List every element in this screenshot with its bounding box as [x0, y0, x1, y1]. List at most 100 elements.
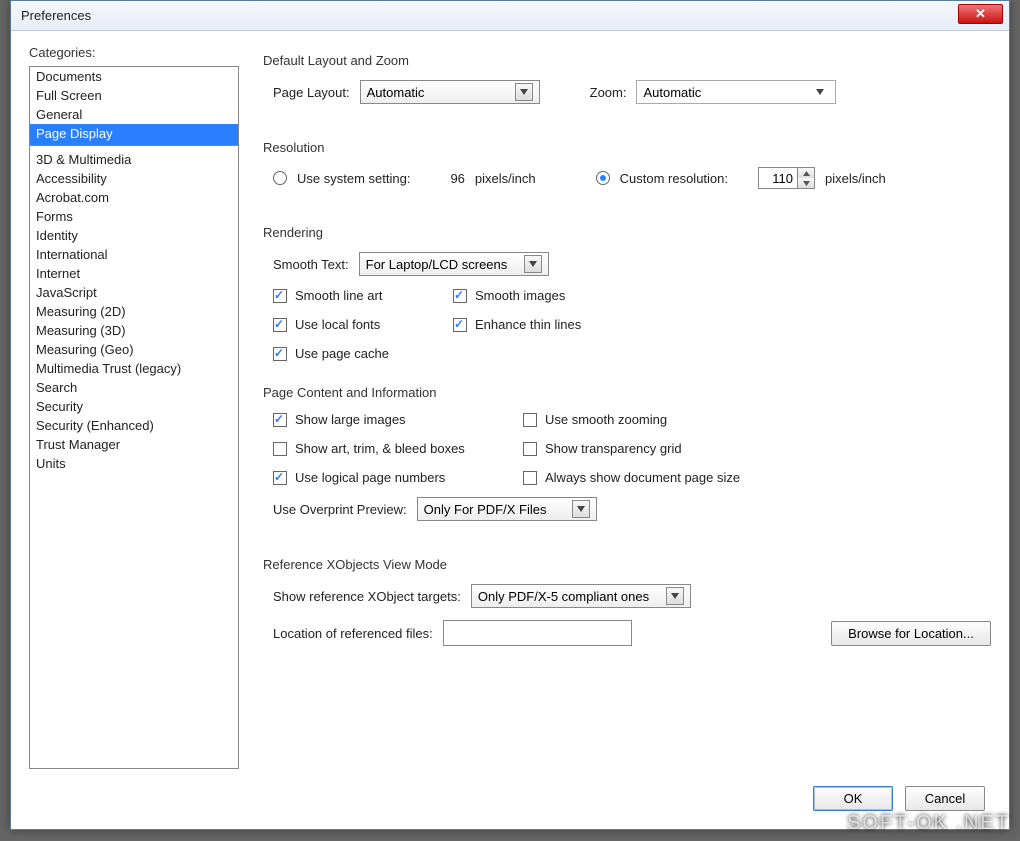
radio-system-setting[interactable]: [273, 171, 287, 185]
spinner-up-icon[interactable]: [798, 168, 814, 178]
settings-pane: Default Layout and Zoom Page Layout: Aut…: [263, 45, 991, 769]
cat-units[interactable]: Units: [30, 454, 238, 473]
cb-show-transparency[interactable]: [523, 442, 537, 456]
cat-search[interactable]: Search: [30, 378, 238, 397]
cb-always-show-doc-size[interactable]: [523, 471, 537, 485]
footer-buttons: OK Cancel: [813, 786, 985, 811]
categories-label: Categories:: [29, 45, 239, 60]
lbl-use-smooth-zooming: Use smooth zooming: [545, 412, 667, 427]
cat-page-display[interactable]: Page Display: [30, 124, 238, 146]
cancel-button[interactable]: Cancel: [905, 786, 985, 811]
cat-security-enhanced[interactable]: Security (Enhanced): [30, 416, 238, 435]
cat-accessibility[interactable]: Accessibility: [30, 169, 238, 188]
group-layout-zoom: Default Layout and Zoom Page Layout: Aut…: [263, 45, 991, 116]
lbl-use-local-fonts: Use local fonts: [295, 317, 380, 332]
spinner-down-icon[interactable]: [798, 178, 814, 188]
ok-button[interactable]: OK: [813, 786, 893, 811]
xobjects-title: Reference XObjects View Mode: [263, 557, 991, 572]
zoom-value: Automatic: [643, 85, 701, 100]
custom-resolution-unit: pixels/inch: [825, 171, 886, 186]
browse-location-button[interactable]: Browse for Location...: [831, 621, 991, 646]
location-input[interactable]: [443, 620, 632, 646]
close-button[interactable]: ✕: [958, 4, 1003, 24]
chevron-down-icon: [811, 83, 829, 101]
cat-international[interactable]: International: [30, 245, 238, 264]
cat-general[interactable]: General: [30, 105, 238, 124]
cat-identity[interactable]: Identity: [30, 226, 238, 245]
cb-show-art-trim[interactable]: [273, 442, 287, 456]
lbl-smooth-line-art: Smooth line art: [295, 288, 382, 303]
layout-zoom-title: Default Layout and Zoom: [263, 53, 991, 68]
cb-smooth-line-art[interactable]: [273, 289, 287, 303]
show-targets-dropdown[interactable]: Only PDF/X-5 compliant ones: [471, 584, 691, 608]
cat-documents[interactable]: Documents: [30, 67, 238, 86]
cat-internet[interactable]: Internet: [30, 264, 238, 283]
group-resolution: Resolution Use system setting: 96 pixels…: [263, 132, 991, 201]
cat-forms[interactable]: Forms: [30, 207, 238, 226]
system-setting-value: 96: [450, 171, 464, 186]
page-layout-dropdown[interactable]: Automatic: [360, 80, 540, 104]
cb-use-page-cache[interactable]: [273, 347, 287, 361]
cb-use-logical-page-nums[interactable]: [273, 471, 287, 485]
zoom-dropdown[interactable]: Automatic: [636, 80, 836, 104]
chevron-down-icon: [524, 255, 542, 273]
cat-3d-multimedia[interactable]: 3D & Multimedia: [30, 150, 238, 169]
lbl-show-art-trim: Show art, trim, & bleed boxes: [295, 441, 465, 456]
custom-resolution-spinner[interactable]: [758, 167, 815, 189]
group-xobjects: Reference XObjects View Mode Show refere…: [263, 549, 991, 658]
smooth-text-dropdown[interactable]: For Laptop/LCD screens: [359, 252, 549, 276]
resolution-title: Resolution: [263, 140, 991, 155]
lbl-use-page-cache: Use page cache: [295, 346, 389, 361]
group-rendering: Rendering Smooth Text: For Laptop/LCD sc…: [263, 217, 991, 361]
show-targets-label: Show reference XObject targets:: [273, 589, 461, 604]
page-content-title: Page Content and Information: [263, 385, 991, 400]
cat-measuring-3d[interactable]: Measuring (3D): [30, 321, 238, 340]
lbl-smooth-images: Smooth images: [475, 288, 565, 303]
lbl-enhance-thin-lines: Enhance thin lines: [475, 317, 581, 332]
cb-use-local-fonts[interactable]: [273, 318, 287, 332]
overprint-dropdown[interactable]: Only For PDF/X Files: [417, 497, 597, 521]
lbl-show-transparency: Show transparency grid: [545, 441, 682, 456]
content-area: Categories: Documents Full Screen Genera…: [11, 31, 1009, 829]
cb-enhance-thin-lines[interactable]: [453, 318, 467, 332]
chevron-down-icon: [666, 587, 684, 605]
cat-measuring-geo[interactable]: Measuring (Geo): [30, 340, 238, 359]
location-label: Location of referenced files:: [273, 626, 433, 641]
custom-resolution-label: Custom resolution:: [620, 171, 728, 186]
cb-show-large-images[interactable]: [273, 413, 287, 427]
radio-custom-resolution[interactable]: [596, 171, 610, 185]
overprint-label: Use Overprint Preview:: [273, 502, 407, 517]
cat-javascript[interactable]: JavaScript: [30, 283, 238, 302]
group-page-content: Page Content and Information Show large …: [263, 377, 991, 533]
smooth-text-value: For Laptop/LCD screens: [366, 257, 508, 272]
categories-list[interactable]: Documents Full Screen General Page Displ…: [29, 66, 239, 769]
custom-resolution-input[interactable]: [758, 167, 798, 189]
cat-acrobat-com[interactable]: Acrobat.com: [30, 188, 238, 207]
overprint-value: Only For PDF/X Files: [424, 502, 547, 517]
page-layout-label: Page Layout:: [273, 85, 350, 100]
cb-smooth-images[interactable]: [453, 289, 467, 303]
show-targets-value: Only PDF/X-5 compliant ones: [478, 589, 649, 604]
system-setting-label: Use system setting:: [297, 171, 410, 186]
cat-full-screen[interactable]: Full Screen: [30, 86, 238, 105]
lbl-use-logical-page-nums: Use logical page numbers: [295, 470, 445, 485]
smooth-text-label: Smooth Text:: [273, 257, 349, 272]
rendering-title: Rendering: [263, 225, 991, 240]
chevron-down-icon: [572, 500, 590, 518]
cat-multimedia-trust[interactable]: Multimedia Trust (legacy): [30, 359, 238, 378]
lbl-always-show-doc-size: Always show document page size: [545, 470, 740, 485]
chevron-down-icon: [515, 83, 533, 101]
cat-security[interactable]: Security: [30, 397, 238, 416]
cat-measuring-2d[interactable]: Measuring (2D): [30, 302, 238, 321]
titlebar: Preferences ✕: [11, 1, 1009, 31]
close-icon: ✕: [975, 6, 986, 21]
window-title: Preferences: [21, 8, 91, 23]
cb-use-smooth-zooming[interactable]: [523, 413, 537, 427]
cat-trust-manager[interactable]: Trust Manager: [30, 435, 238, 454]
lbl-show-large-images: Show large images: [295, 412, 406, 427]
zoom-label: Zoom:: [590, 85, 627, 100]
preferences-window: Preferences ✕ Categories: Documents Full…: [10, 0, 1010, 830]
page-layout-value: Automatic: [367, 85, 425, 100]
categories-pane: Categories: Documents Full Screen Genera…: [29, 45, 239, 769]
system-setting-unit: pixels/inch: [475, 171, 536, 186]
